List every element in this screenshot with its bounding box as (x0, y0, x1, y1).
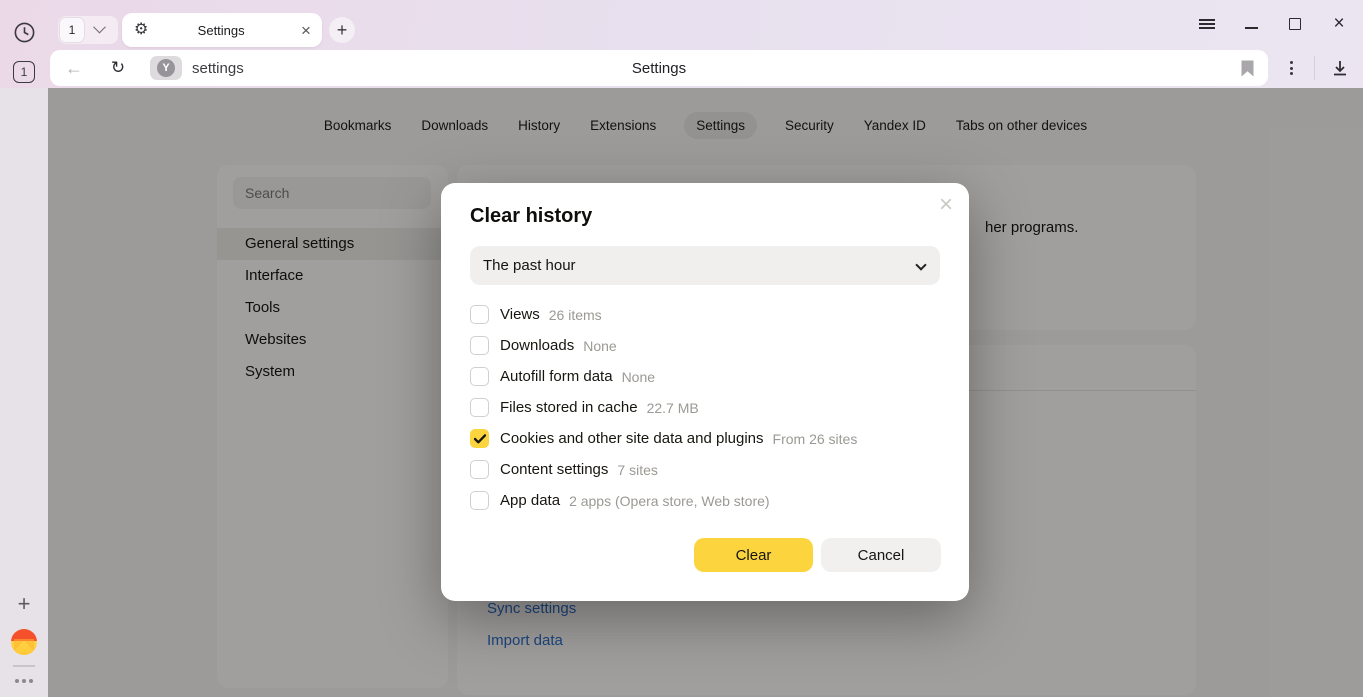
menu-icon[interactable] (1191, 10, 1223, 38)
checkbox[interactable] (470, 398, 489, 417)
option-label: App data (500, 492, 560, 509)
option-downloads[interactable]: Downloads None (470, 330, 940, 361)
download-icon[interactable] (1328, 56, 1352, 80)
option-label: Downloads (500, 337, 574, 354)
checkbox[interactable] (470, 460, 489, 479)
tab-close-icon[interactable]: × (294, 22, 318, 39)
more-services-icon[interactable] (0, 674, 48, 688)
checkbox[interactable] (470, 491, 489, 510)
time-range-value: The past hour (483, 257, 576, 274)
option-detail: From 26 sites (773, 431, 858, 447)
tab-group-count: 1 (60, 18, 84, 42)
clear-history-dialog: Clear history × The past hour Views 26 i… (441, 183, 969, 601)
option-detail: 2 apps (Opera store, Web store) (569, 493, 770, 509)
option-label: Content settings (500, 461, 608, 478)
history-clock-icon[interactable] (0, 20, 48, 44)
new-tab-button[interactable]: + (329, 17, 355, 43)
option-detail: 22.7 MB (647, 400, 699, 416)
settings-page: Bookmarks Downloads History Extensions S… (48, 88, 1363, 697)
option-cookies[interactable]: Cookies and other site data and plugins … (470, 423, 940, 454)
dialog-title: Clear history (470, 205, 592, 228)
checkbox[interactable] (470, 305, 489, 324)
option-label: Views (500, 306, 540, 323)
chevron-down-icon (915, 259, 926, 270)
option-label: Files stored in cache (500, 399, 638, 416)
option-detail: None (622, 369, 655, 385)
minimize-icon[interactable] (1235, 10, 1267, 38)
option-views[interactable]: Views 26 items (470, 299, 940, 330)
option-app-data[interactable]: App data 2 apps (Opera store, Web store) (470, 485, 940, 516)
option-cache[interactable]: Files stored in cache 22.7 MB (470, 392, 940, 423)
clear-button[interactable]: Clear (694, 538, 813, 572)
checkbox-checked[interactable] (470, 429, 489, 448)
checkbox[interactable] (470, 367, 489, 386)
option-detail: 7 sites (617, 462, 657, 478)
gear-icon: ⚙ (134, 22, 148, 38)
yandex-mail-icon[interactable] (0, 628, 48, 656)
option-autofill[interactable]: Autofill form data None (470, 361, 940, 392)
reload-icon[interactable]: ↻ (106, 58, 130, 78)
tab-title: Settings (148, 23, 294, 38)
window-close-icon[interactable]: × (1323, 10, 1355, 38)
chevron-down-icon (93, 21, 106, 34)
bookmark-icon[interactable] (1241, 60, 1254, 82)
cancel-button[interactable]: Cancel (821, 538, 941, 572)
option-content-settings[interactable]: Content settings 7 sites (470, 454, 940, 485)
sidebar-add-icon[interactable]: + (0, 591, 48, 617)
clear-options-list: Views 26 items Downloads None Autofill f… (470, 299, 940, 516)
address-bar[interactable]: ← ↻ Y settings Settings (50, 50, 1268, 86)
option-label: Cookies and other site data and plugins (500, 430, 764, 447)
time-range-select[interactable]: The past hour (470, 246, 940, 285)
tab-panel-button[interactable]: 1 (0, 60, 48, 84)
dialog-close-icon[interactable]: × (939, 193, 953, 217)
strip-divider (0, 665, 48, 667)
maximize-icon[interactable] (1279, 10, 1311, 38)
tab-settings[interactable]: ⚙ Settings × (122, 13, 322, 47)
yandex-favicon: Y (157, 59, 175, 77)
site-favicon-badge: Y (150, 56, 182, 80)
checkbox[interactable] (470, 336, 489, 355)
toolbar-divider (1314, 56, 1315, 80)
kebab-menu-icon[interactable] (1284, 56, 1298, 80)
option-label: Autofill form data (500, 368, 613, 385)
url-text: settings (192, 60, 244, 77)
tab-group-pill[interactable]: 1 (58, 16, 118, 44)
back-icon[interactable]: ← (62, 58, 86, 79)
option-detail: None (583, 338, 616, 354)
tab-count-label: 1 (13, 61, 35, 83)
option-detail: 26 items (549, 307, 602, 323)
